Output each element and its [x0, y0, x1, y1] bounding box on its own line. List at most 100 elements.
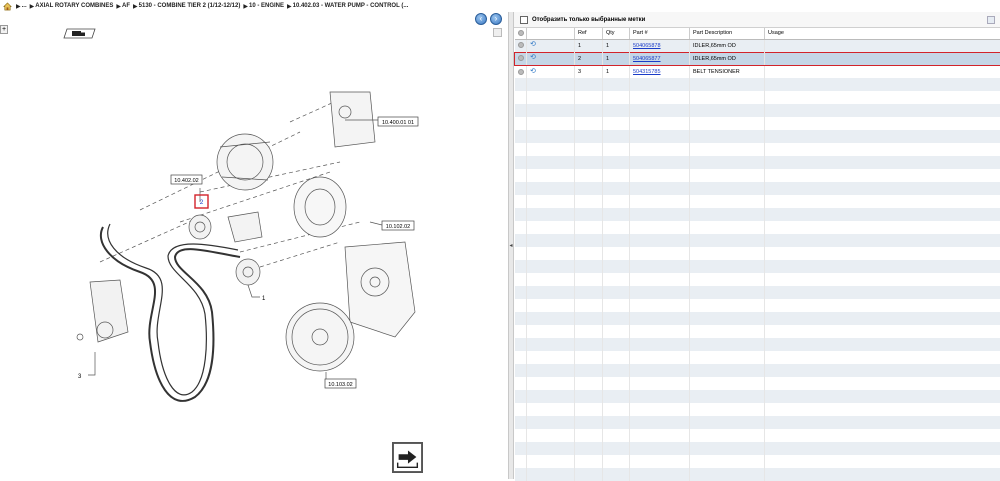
callout-10-400-01-01[interactable]: 10.400.01 01 — [378, 117, 418, 126]
empty-cell — [603, 338, 630, 351]
empty-cell — [765, 182, 1000, 195]
empty-cell — [515, 195, 527, 208]
empty-cell — [630, 351, 690, 364]
empty-row — [515, 429, 1000, 442]
empty-cell — [690, 169, 765, 182]
breadcrumb-item-0[interactable]: ... — [22, 3, 27, 9]
empty-cell — [690, 286, 765, 299]
settings-icon[interactable] — [987, 16, 995, 24]
empty-cell — [630, 78, 690, 91]
empty-cell — [515, 351, 527, 364]
empty-cell — [527, 260, 575, 273]
breadcrumb-item-2[interactable]: AF — [122, 3, 130, 9]
empty-cell — [527, 390, 575, 403]
empty-row — [515, 195, 1000, 208]
callout-10-103-02[interactable]: 10.103.02 — [325, 379, 356, 388]
empty-cell — [575, 403, 603, 416]
export-icon[interactable] — [392, 442, 423, 473]
empty-cell — [575, 143, 603, 156]
empty-cell — [690, 117, 765, 130]
empty-cell — [765, 455, 1000, 468]
header-usage[interactable]: Usage — [765, 28, 1000, 39]
empty-cell — [603, 416, 630, 429]
part-number-link[interactable]: 504065878 — [633, 43, 661, 49]
breadcrumb-item-5[interactable]: 10.402.03 - WATER PUMP - CONTROL (... — [293, 3, 409, 9]
select-icon[interactable] — [518, 69, 524, 75]
show-selected-checkbox[interactable] — [520, 16, 528, 24]
breadcrumb-item-1[interactable]: AXIAL ROTARY COMBINES — [35, 3, 113, 9]
home-icon[interactable] — [3, 2, 12, 11]
table-row[interactable]: ⟲ 1 1 504065878 IDLER,65mm OD — [515, 39, 1000, 52]
empty-cell — [630, 377, 690, 390]
empty-cell — [575, 455, 603, 468]
empty-cell — [515, 312, 527, 325]
exploded-parts-diagram: 10.400.01 01 10.402.02 10.102.02 10.103.… — [0, 12, 508, 479]
empty-cell — [690, 299, 765, 312]
ref-2-highlight[interactable]: 2 — [195, 195, 208, 208]
ref-3-label[interactable]: 3 — [78, 374, 82, 380]
select-icon[interactable] — [518, 55, 524, 61]
empty-cell — [690, 312, 765, 325]
empty-cell — [527, 468, 575, 481]
empty-cell — [515, 377, 527, 390]
table-row-selected[interactable]: ⟲ 2 1 504065877 IDLER,65mm OD — [515, 52, 1000, 65]
callout-10-102-02[interactable]: 10.102.02 — [382, 221, 414, 230]
header-ref[interactable]: Ref — [575, 28, 603, 39]
callout-10-402-02[interactable]: 10.402.02 — [171, 175, 202, 184]
empty-cell — [515, 325, 527, 338]
empty-cell — [765, 299, 1000, 312]
header-select-icon[interactable] — [515, 28, 527, 39]
empty-cell — [515, 169, 527, 182]
parts-panel: Отобразить только выбранные метки Ref Qt… — [514, 12, 1000, 479]
header-description[interactable]: Part Description — [690, 28, 765, 39]
part-number-link[interactable]: 504315785 — [633, 69, 661, 75]
empty-cell — [575, 468, 603, 481]
empty-cell — [630, 169, 690, 182]
empty-row — [515, 455, 1000, 468]
empty-row — [515, 390, 1000, 403]
breadcrumb-item-4[interactable]: 10 - ENGINE — [249, 3, 284, 9]
header-part[interactable]: Part # — [630, 28, 690, 39]
empty-cell — [515, 273, 527, 286]
empty-cell — [690, 91, 765, 104]
empty-cell — [765, 390, 1000, 403]
ref-1-label[interactable]: 1 — [262, 296, 266, 302]
empty-cell — [603, 260, 630, 273]
empty-cell — [765, 247, 1000, 260]
empty-cell — [575, 208, 603, 221]
empty-cell — [515, 78, 527, 91]
empty-cell — [765, 169, 1000, 182]
empty-cell — [630, 312, 690, 325]
svg-text:10.400.01 01: 10.400.01 01 — [382, 120, 414, 126]
empty-cell — [765, 130, 1000, 143]
select-icon[interactable] — [518, 42, 524, 48]
empty-cell — [575, 429, 603, 442]
empty-cell — [603, 221, 630, 234]
empty-cell — [603, 442, 630, 455]
breadcrumb-item-3[interactable]: 5130 - COMBINE TIER 2 (1/12-12/12) — [139, 3, 241, 9]
part-number-link[interactable]: 504065877 — [633, 56, 661, 62]
empty-row — [515, 377, 1000, 390]
empty-cell — [765, 234, 1000, 247]
empty-cell — [690, 390, 765, 403]
diagram-panel: ‹ › + — [0, 12, 508, 479]
header-qty[interactable]: Qty — [603, 28, 630, 39]
empty-row — [515, 351, 1000, 364]
empty-cell — [603, 364, 630, 377]
collapse-arrow-icon[interactable]: ◂ — [509, 242, 513, 252]
empty-cell — [527, 130, 575, 143]
svg-text:2: 2 — [200, 199, 204, 206]
parts-table: Ref Qty Part # Part Description Usage ⟲ … — [514, 28, 1000, 481]
table-row[interactable]: ⟲ 3 1 504315785 BELT TENSIONER — [515, 65, 1000, 78]
empty-row — [515, 403, 1000, 416]
cart-icon[interactable]: ⟲ — [530, 42, 536, 48]
empty-cell — [575, 221, 603, 234]
empty-cell — [690, 195, 765, 208]
cart-icon[interactable]: ⟲ — [530, 69, 536, 75]
empty-cell — [630, 260, 690, 273]
empty-cell — [630, 221, 690, 234]
breadcrumb: ▶ ... ▶ AXIAL ROTARY COMBINES ▶ AF ▶ 513… — [0, 0, 1000, 12]
empty-cell — [527, 338, 575, 351]
cart-icon[interactable]: ⟲ — [530, 55, 536, 61]
empty-row — [515, 338, 1000, 351]
